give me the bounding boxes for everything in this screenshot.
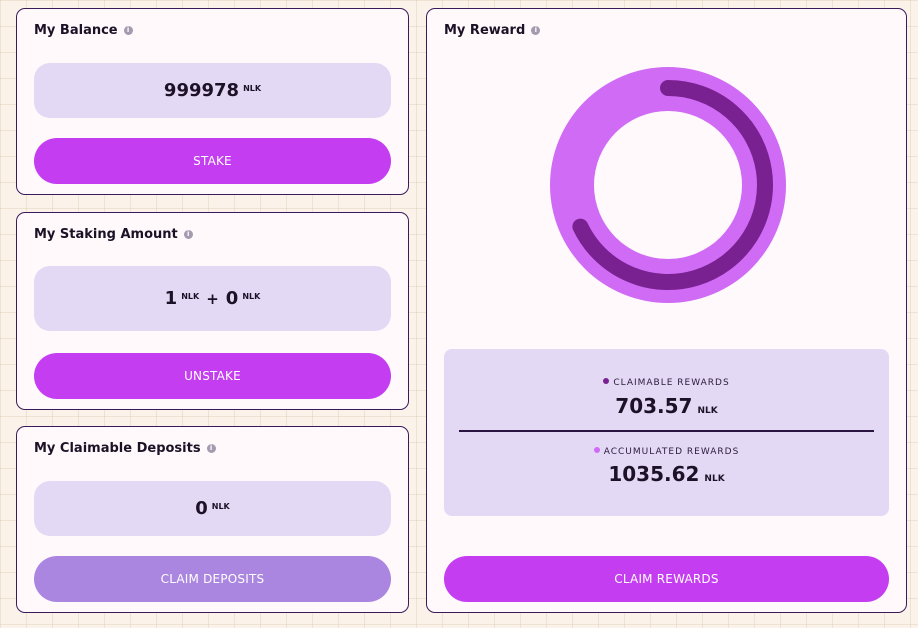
donut-inner-hole — [594, 111, 742, 259]
reward-donut-chart — [550, 67, 786, 303]
accumulated-unit: NLK — [704, 474, 725, 484]
stake-button[interactable]: STAKE — [34, 138, 391, 184]
claimable-unit: NLK — [697, 406, 718, 416]
deposits-title-row: My Claimable Deposits i — [34, 441, 216, 456]
deposits-title: My Claimable Deposits — [34, 441, 201, 456]
staking-amount-a: 1 — [164, 288, 178, 309]
deposits-value-box: 0 NLK — [34, 481, 391, 536]
plus-sign: + — [206, 289, 219, 308]
staking-amount-b: 0 — [225, 288, 239, 309]
balance-title: My Balance — [34, 23, 118, 38]
info-icon[interactable]: i — [123, 26, 133, 35]
info-icon[interactable]: i — [206, 444, 216, 453]
deposits-amount: 0 — [195, 498, 208, 519]
claimable-label: CLAIMABLE REWARDS — [613, 378, 730, 388]
claim-deposits-button[interactable]: CLAIM DEPOSITS — [34, 556, 391, 602]
reward-title: My Reward — [444, 23, 526, 38]
reward-title-row: My Reward i — [444, 23, 541, 38]
staking-title: My Staking Amount — [34, 227, 178, 242]
balance-unit: NLK — [243, 84, 262, 93]
staking-card: My Staking Amount i 1 NLK + 0 NLK UNSTAK… — [16, 212, 409, 410]
accumulated-value: 1035.62 — [608, 462, 700, 486]
claimable-value-row: 703.57 NLK — [444, 394, 889, 418]
deposits-unit: NLK — [211, 502, 230, 511]
claimable-label-row: CLAIMABLE REWARDS — [444, 378, 889, 388]
balance-card: My Balance i 999978 NLK STAKE — [16, 8, 409, 195]
claimable-value: 703.57 — [615, 394, 693, 418]
claim-rewards-button[interactable]: CLAIM REWARDS — [444, 556, 889, 602]
reward-card: My Reward i CLAIMABLE REWARDS 703.57 NLK… — [426, 8, 907, 613]
staking-title-row: My Staking Amount i — [34, 227, 193, 242]
accumulated-label: ACCUMULATED REWARDS — [603, 447, 740, 457]
accumulated-dot — [593, 447, 600, 453]
unstake-button[interactable]: UNSTAKE — [34, 353, 391, 399]
accumulated-value-row: 1035.62 NLK — [444, 462, 889, 486]
info-icon[interactable]: i — [183, 230, 193, 239]
staking-unit-b: NLK — [242, 292, 261, 301]
balance-value-box: 999978 NLK — [34, 63, 391, 118]
balance-amount: 999978 — [163, 80, 240, 101]
claimable-dot — [603, 378, 610, 384]
reward-stats-panel: CLAIMABLE REWARDS 703.57 NLK ACCUMULATED… — [444, 349, 889, 516]
stats-divider — [459, 430, 874, 432]
deposits-card: My Claimable Deposits i 0 NLK CLAIM DEPO… — [16, 426, 409, 613]
staking-value-box: 1 NLK + 0 NLK — [34, 266, 391, 331]
accumulated-label-row: ACCUMULATED REWARDS — [444, 447, 889, 457]
staking-unit-a: NLK — [181, 292, 200, 301]
balance-title-row: My Balance i — [34, 23, 133, 38]
info-icon[interactable]: i — [531, 26, 541, 35]
